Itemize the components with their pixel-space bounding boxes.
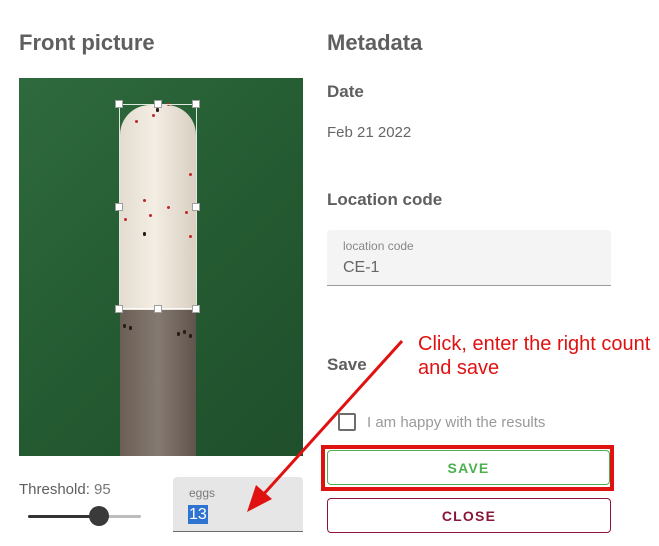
save-section-title: Save (327, 355, 367, 374)
threshold-label: Threshold: 95 (19, 481, 111, 498)
location-code-field[interactable]: location code CE-1 (327, 230, 611, 286)
front-picture-image[interactable] (19, 78, 303, 456)
location-code-label: location code (343, 239, 414, 253)
date-title: Date (327, 82, 364, 101)
egg-mark (123, 324, 126, 328)
egg-mark (183, 330, 186, 334)
crop-handle-left[interactable] (115, 203, 123, 211)
eggs-label: eggs (189, 486, 216, 500)
close-button[interactable]: CLOSE (327, 498, 611, 533)
save-button[interactable]: SAVE (327, 450, 610, 485)
crop-selection-box[interactable] (119, 104, 197, 309)
metadata-title: Metadata (327, 30, 423, 55)
threshold-value: 95 (94, 481, 111, 498)
egg-mark (189, 334, 192, 338)
crop-handle-top-left[interactable] (115, 100, 123, 108)
happy-checkbox[interactable] (338, 413, 356, 431)
instruction-annotation: Click, enter the right count and save (418, 333, 651, 379)
threshold-label-text: Threshold: (19, 481, 90, 498)
crop-handle-top-right[interactable] (192, 100, 200, 108)
crop-handle-top[interactable] (154, 100, 162, 108)
crop-handle-bottom[interactable] (154, 305, 162, 313)
egg-mark (129, 326, 132, 330)
threshold-slider-thumb[interactable] (89, 506, 110, 526)
location-title: Location code (327, 190, 443, 209)
crop-handle-bottom-right[interactable] (192, 305, 200, 313)
location-code-input[interactable]: CE-1 (343, 259, 379, 277)
crop-handle-bottom-left[interactable] (115, 305, 123, 313)
crop-handle-right[interactable] (192, 203, 200, 211)
happy-checkbox-label[interactable]: I am happy with the results (367, 414, 545, 431)
eggs-input[interactable]: 13 (188, 505, 208, 524)
egg-mark (177, 332, 180, 336)
date-value: Feb 21 2022 (327, 124, 412, 141)
front-picture-title: Front picture (19, 30, 155, 55)
eggs-field[interactable]: eggs 13 (173, 477, 303, 532)
